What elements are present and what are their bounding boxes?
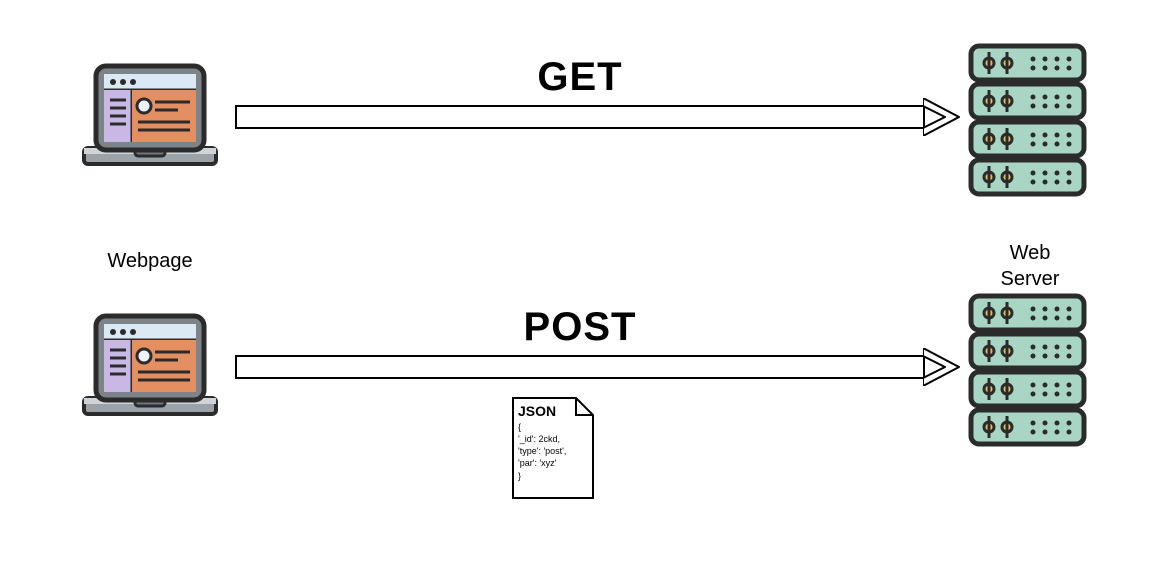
payload-line: 'par': 'xyz'	[518, 457, 566, 469]
client-laptop-icon	[80, 310, 220, 425]
client-caption: Webpage	[80, 250, 220, 273]
request-arrow-head	[923, 98, 963, 141]
server-stack-icon	[965, 40, 1090, 205]
request-arrow-head	[923, 348, 963, 391]
json-payload-icon: JSON { '_id': 2ckd, 'type': 'post', 'par…	[510, 395, 596, 501]
server-caption-text: WebServer	[1001, 242, 1060, 290]
client-laptop-icon	[80, 60, 220, 175]
payload-title: JSON	[518, 403, 556, 419]
payload-line: '_id': 2ckd,	[518, 433, 566, 445]
request-arrow-body	[235, 355, 925, 379]
payload-line: 'type': 'post',	[518, 445, 566, 457]
request-arrow-body	[235, 105, 925, 129]
payload-line: {	[518, 421, 566, 433]
http-method-get: GET	[235, 55, 925, 100]
server-stack-icon	[965, 290, 1090, 455]
server-caption: WebServer	[970, 240, 1090, 292]
http-method-post: POST	[235, 305, 925, 350]
payload-body: { '_id': 2ckd, 'type': 'post', 'par': 'x…	[518, 421, 566, 482]
payload-line: }	[518, 470, 566, 482]
